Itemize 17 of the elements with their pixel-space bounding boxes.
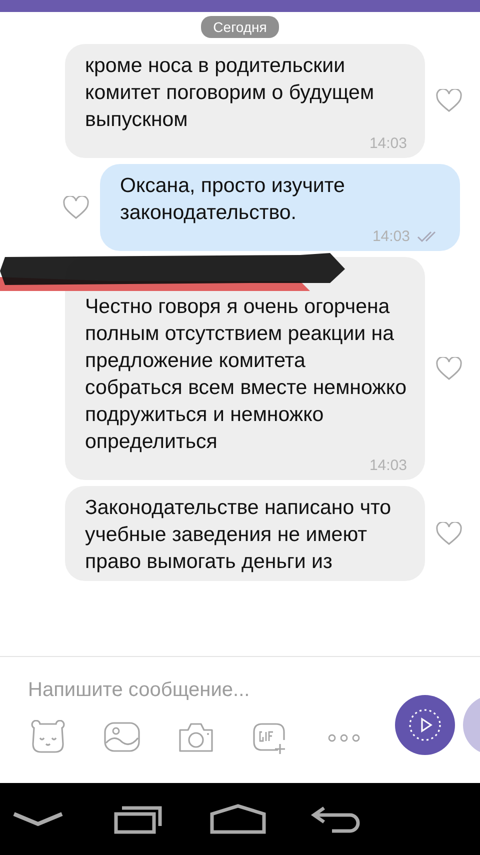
message-time: 14:03 — [372, 228, 410, 245]
like-heart-icon[interactable] — [435, 356, 463, 380]
like-heart-icon[interactable] — [435, 522, 463, 546]
image-icon[interactable] — [102, 720, 142, 754]
home-icon[interactable] — [210, 804, 266, 834]
message-text: кроме носа в родительскии комитет поговорим о будущем выпускном — [85, 53, 376, 133]
message-text: Честно говоря я очень огорчена полным отсутствием реакции на предложение комитета собраться всем вместе немножко подружиться и немножко определиться — [85, 294, 407, 455]
message-text: Оксана, просто изучите законодательство. — [120, 173, 346, 226]
message-time: 14:03 — [369, 457, 407, 474]
message-time: 14:03 — [369, 135, 407, 152]
like-heart-icon[interactable] — [62, 196, 90, 220]
play-icon — [407, 707, 443, 743]
message-input[interactable]: Напишите сообщение... — [28, 679, 358, 702]
like-heart-icon[interactable] — [435, 89, 463, 113]
camera-icon[interactable] — [176, 720, 216, 754]
date-chip: Сегодня — [201, 16, 279, 38]
message-text: Законодательстве написано что учебные заведения не имеют право вымогать деньги из — [85, 495, 392, 575]
